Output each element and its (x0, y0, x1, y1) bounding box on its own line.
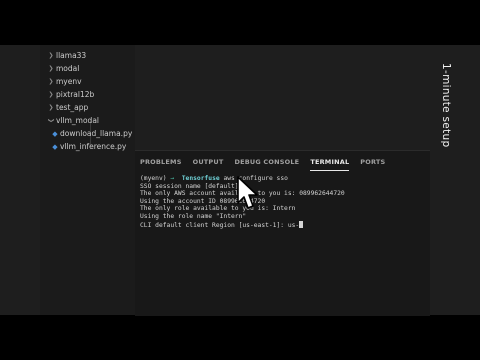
tree-item-llama33[interactable]: ❯ llama33 (46, 49, 86, 62)
chevron-right-icon: ❯ (48, 104, 54, 111)
tree-item-label: download_llama.py (60, 129, 133, 138)
tree-item-download-llama[interactable]: ◆ download_llama.py (50, 127, 132, 140)
prompt-arrow-icon: → (170, 175, 175, 182)
tree-item-vllm-modal[interactable]: ❯ vllm_modal (46, 114, 100, 127)
tree-item-pixtral12b[interactable]: ❯ pixtral12b (46, 88, 94, 101)
tree-item-label: test_app (56, 103, 89, 112)
tree-item-label: vllm_inference.py (60, 142, 127, 151)
tab-terminal[interactable]: TERMINAL (310, 153, 350, 171)
tab-debug-console[interactable]: DEBUG CONSOLE (235, 153, 300, 171)
tree-item-test-app[interactable]: ❯ test_app (46, 101, 88, 114)
tree-item-label: llama33 (56, 51, 87, 60)
chevron-right-icon: ❯ (48, 91, 54, 98)
explorer-sidebar: ❯ llama33 ❯ modal ❯ myenv ❯ pixtral12b ❯… (40, 45, 135, 315)
terminal-prompt-line: (myenv) → Tensorfuse aws configure sso (140, 175, 288, 182)
tree-item-label: modal (56, 64, 80, 73)
tab-ports[interactable]: PORTS (360, 153, 385, 171)
python-file-icon: ◆ (52, 142, 58, 151)
terminal-dir: Tensorfuse (181, 175, 220, 182)
terminal-line: The only role available to you is: Inter… (140, 205, 296, 213)
terminal-line: Using the role name "Intern" (140, 212, 247, 220)
tree-item-label: pixtral12b (56, 90, 95, 99)
chevron-right-icon: ❯ (48, 65, 54, 72)
tree-item-vllm-inference[interactable]: ◆ vllm_inference.py (50, 140, 126, 153)
video-title-overlay: 1-minute setup (436, 63, 456, 163)
tree-item-myenv[interactable]: ❯ myenv (46, 75, 82, 88)
tab-problems[interactable]: PROBLEMS (140, 153, 182, 171)
terminal-line: SSO session name [default]: (140, 182, 243, 190)
bottom-panel: PROBLEMS OUTPUT DEBUG CONSOLE TERMINAL P… (135, 150, 430, 316)
video-title: 1-minute setup (440, 63, 452, 148)
terminal-line: CLI default client Region [us-east-1]: u… (140, 221, 300, 229)
tree-item-label: vllm_modal (56, 116, 99, 125)
mouse-pointer-icon (237, 176, 258, 209)
terminal-env: (myenv) (140, 175, 167, 182)
chevron-right-icon: ❯ (48, 78, 54, 85)
chevron-right-icon: ❯ (48, 52, 54, 59)
tree-item-modal[interactable]: ❯ modal (46, 62, 79, 75)
tree-item-label: myenv (56, 77, 82, 86)
terminal-cursor (299, 220, 304, 228)
tab-output[interactable]: OUTPUT (193, 153, 224, 171)
python-file-icon: ◆ (52, 129, 58, 138)
panel-tabs: PROBLEMS OUTPUT DEBUG CONSOLE TERMINAL P… (135, 151, 391, 173)
chevron-down-icon: ❯ (47, 117, 55, 124)
